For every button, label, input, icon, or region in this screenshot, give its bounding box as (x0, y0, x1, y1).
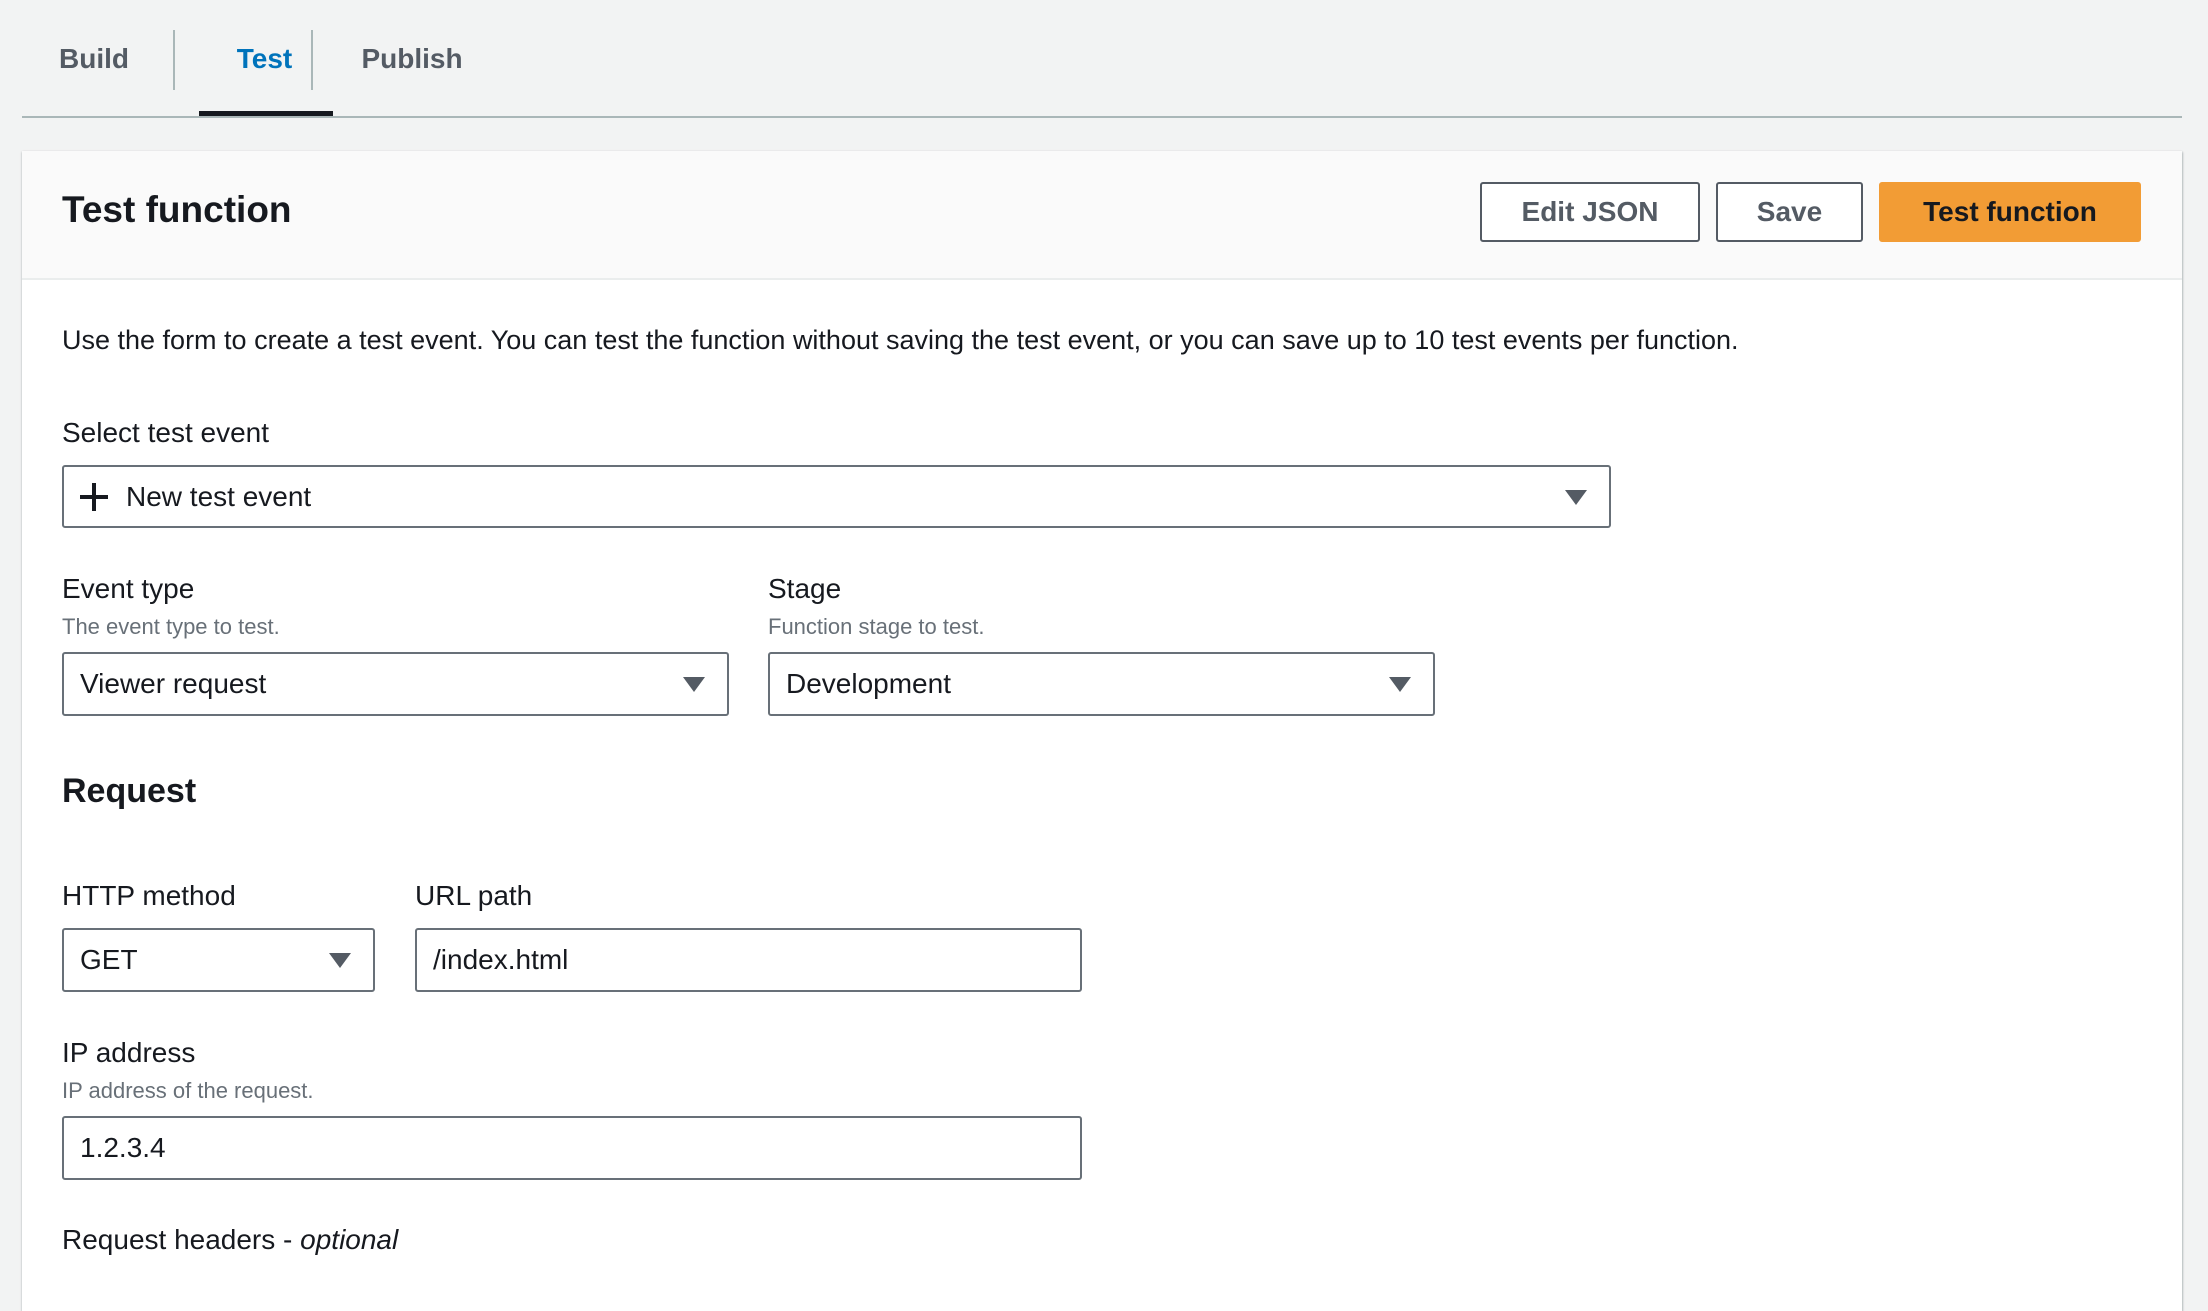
http-method-value: GET (80, 944, 138, 975)
tab-divider (173, 30, 175, 90)
stage-description: Function stage to test. (768, 614, 985, 639)
panel-title: Test function (62, 189, 292, 230)
url-path-value: /index.html (433, 944, 569, 975)
url-path-label: URL path (415, 880, 533, 911)
ip-address-value: 1.2.3.4 (80, 1132, 166, 1163)
stage-label: Stage (768, 573, 842, 604)
intro-text: Use the form to create a test event. You… (62, 325, 1739, 355)
stage-select[interactable]: Development (768, 652, 1435, 716)
request-headers-text: Request headers - (62, 1224, 301, 1255)
tab-publish[interactable]: Publish (332, 28, 492, 90)
tab-test[interactable]: Test (177, 28, 352, 90)
caret-down-icon (329, 953, 351, 968)
caret-down-icon (1565, 489, 1587, 505)
http-method-select[interactable]: GET (62, 928, 375, 992)
tab-build[interactable]: Build (44, 28, 144, 90)
event-type-select[interactable]: Viewer request (62, 652, 729, 716)
panel-header: Test function Edit JSON Save Test functi… (22, 151, 2182, 280)
request-headers-label: Request headers - optional (62, 1224, 398, 1256)
caret-down-icon (683, 677, 705, 692)
edit-json-button[interactable]: Edit JSON (1480, 182, 1700, 242)
ip-address-label: IP address (62, 1037, 196, 1068)
ip-address-input[interactable]: 1.2.3.4 (62, 1116, 1082, 1180)
tab-bar: Build Test Publish (22, 0, 2182, 118)
event-type-description: The event type to test. (62, 614, 280, 639)
select-test-event-value: New test event (126, 480, 312, 512)
caret-down-icon (1389, 677, 1411, 692)
active-tab-indicator (199, 111, 333, 116)
tab-divider (311, 30, 313, 90)
ip-address-description: IP address of the request. (62, 1078, 314, 1103)
event-type-label: Event type (62, 573, 195, 604)
select-test-event-dropdown[interactable]: New test event (62, 465, 1611, 528)
url-path-input[interactable]: /index.html (415, 928, 1082, 992)
stage-value: Development (786, 668, 951, 699)
http-method-label: HTTP method (62, 880, 236, 911)
save-button[interactable]: Save (1716, 182, 1863, 242)
request-heading: Request (62, 772, 197, 810)
optional-tag: optional (300, 1224, 399, 1255)
plus-icon (80, 482, 108, 511)
event-type-value: Viewer request (80, 668, 267, 699)
select-test-event-label: Select test event (62, 417, 270, 448)
test-function-button[interactable]: Test function (1879, 182, 2141, 242)
